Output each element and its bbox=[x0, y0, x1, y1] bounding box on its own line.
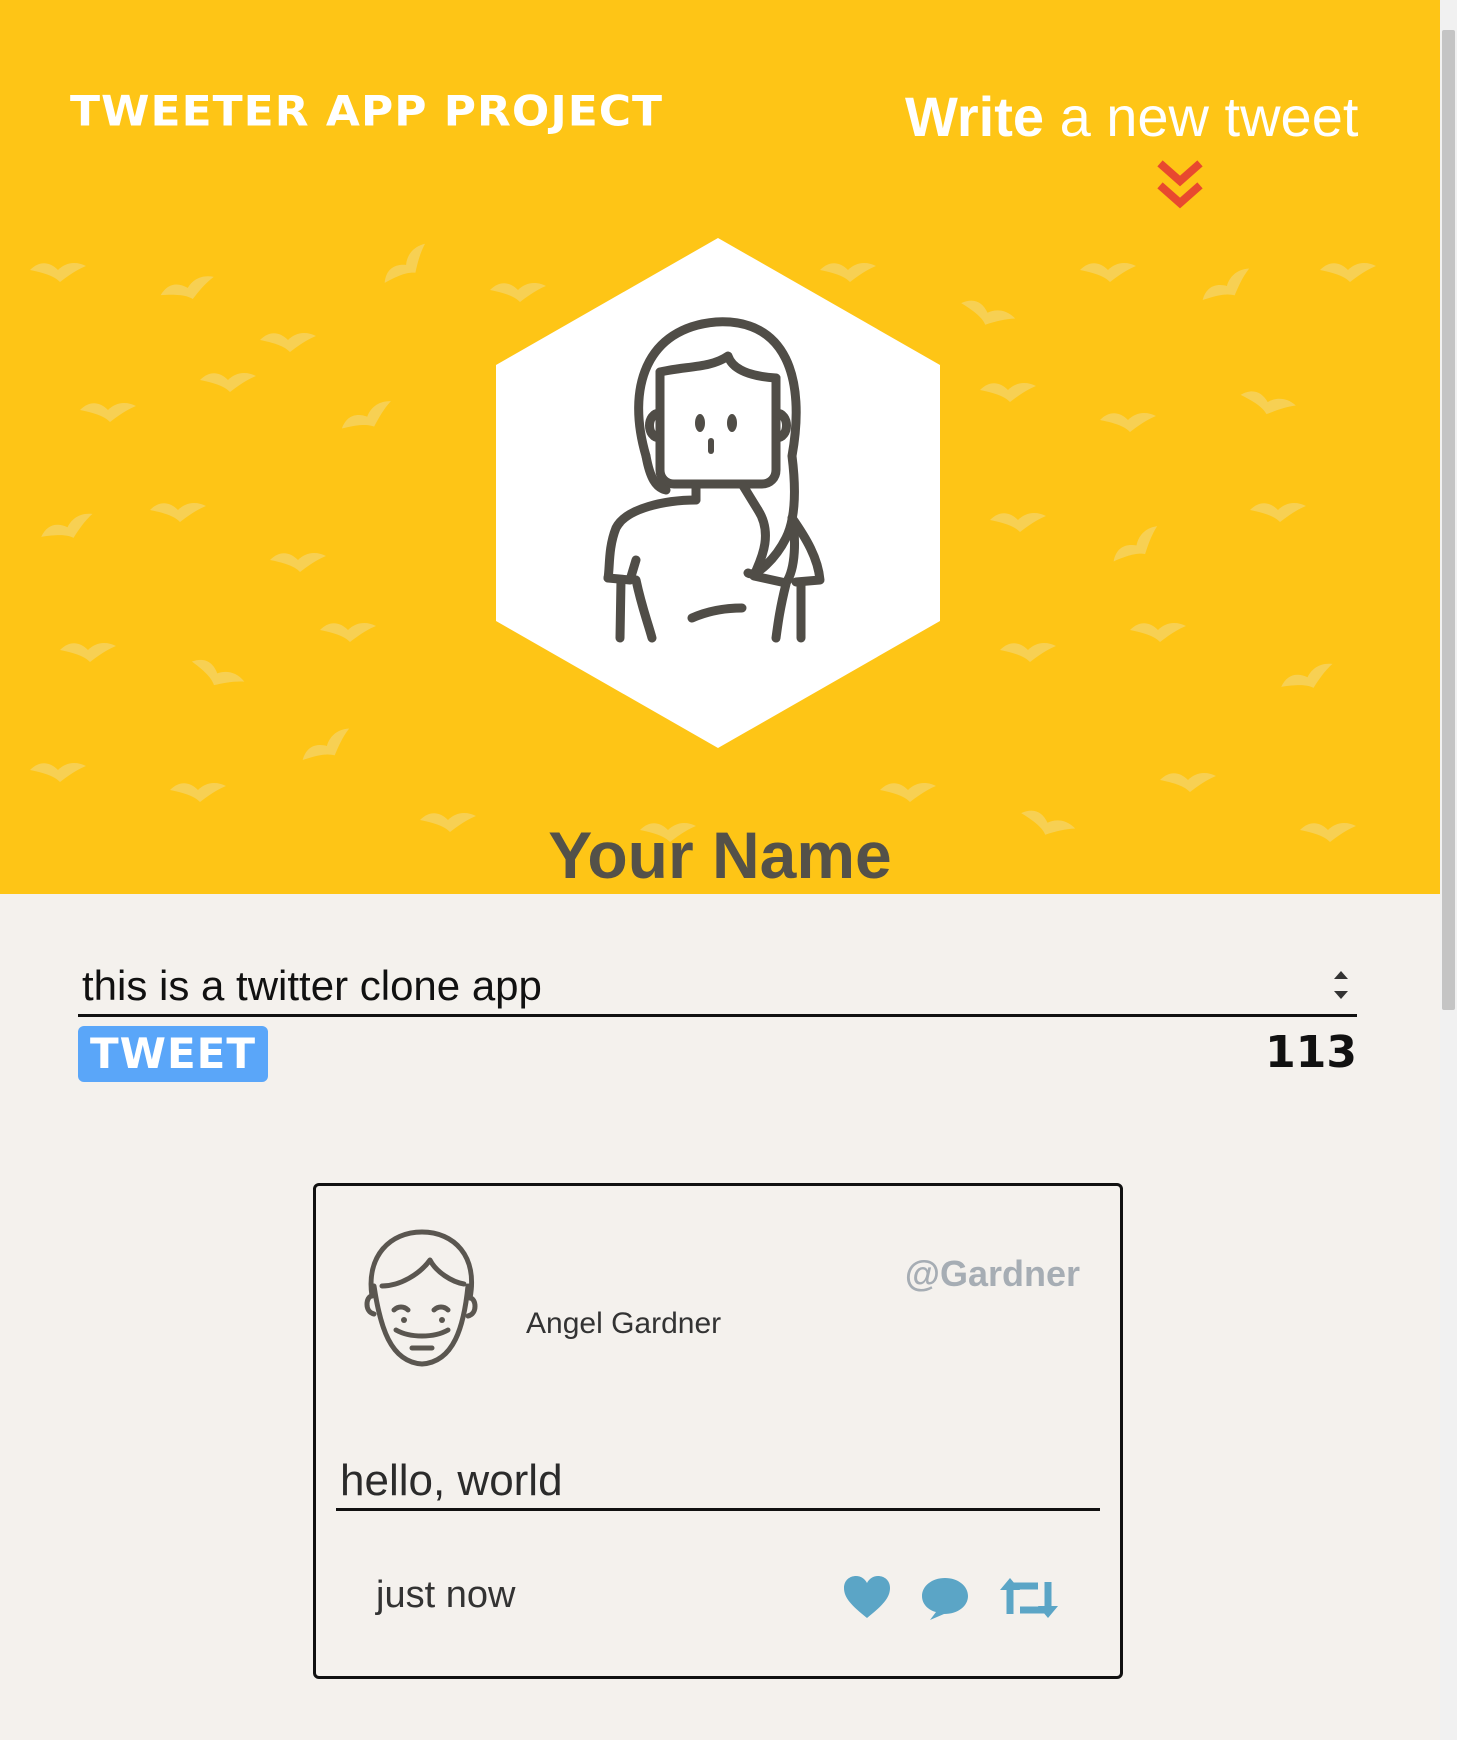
smiling-man-avatar-icon bbox=[364, 1229, 478, 1367]
page-scrollbar[interactable] bbox=[1440, 0, 1457, 1740]
tweet-card: Angel Gardner @Gardner hello, world just… bbox=[313, 1183, 1123, 1679]
scrollbar-thumb[interactable] bbox=[1442, 30, 1455, 1010]
retweet-icon[interactable] bbox=[998, 1574, 1060, 1622]
tweet-text: hello, world bbox=[336, 1451, 1100, 1511]
tweet-timestamp: just now bbox=[376, 1574, 516, 1616]
heart-icon[interactable] bbox=[842, 1574, 892, 1622]
character-counter: 113 bbox=[1265, 1027, 1357, 1078]
textarea-scroll-arrows[interactable] bbox=[1331, 967, 1351, 1003]
write-label: Write bbox=[905, 85, 1044, 148]
profile-name: Your Name bbox=[548, 818, 892, 892]
write-new-tweet-toggle[interactable]: Write a new tweet bbox=[905, 82, 1358, 212]
tweet-textarea[interactable] bbox=[78, 955, 1357, 1017]
new-tweet-label: a new tweet bbox=[1059, 85, 1359, 148]
write-new-tweet-label: Write a new tweet bbox=[905, 82, 1358, 152]
page: TWEETER APP PROJECT Write a new tweet Yo… bbox=[0, 0, 1440, 1740]
comment-icon[interactable] bbox=[920, 1574, 970, 1622]
female-avatar-icon bbox=[496, 238, 940, 748]
tweet-submit-button[interactable]: TWEET bbox=[78, 1026, 268, 1082]
profile-header: TWEETER APP PROJECT Write a new tweet Yo… bbox=[0, 0, 1440, 894]
tweet-author-name: Angel Gardner bbox=[526, 1307, 722, 1340]
double-chevron-down-icon bbox=[1157, 160, 1203, 209]
tweet-author-handle: @Gardner bbox=[904, 1253, 1080, 1294]
tweet-actions bbox=[842, 1574, 1082, 1624]
app-brand-title: TWEETER APP PROJECT bbox=[70, 87, 664, 136]
